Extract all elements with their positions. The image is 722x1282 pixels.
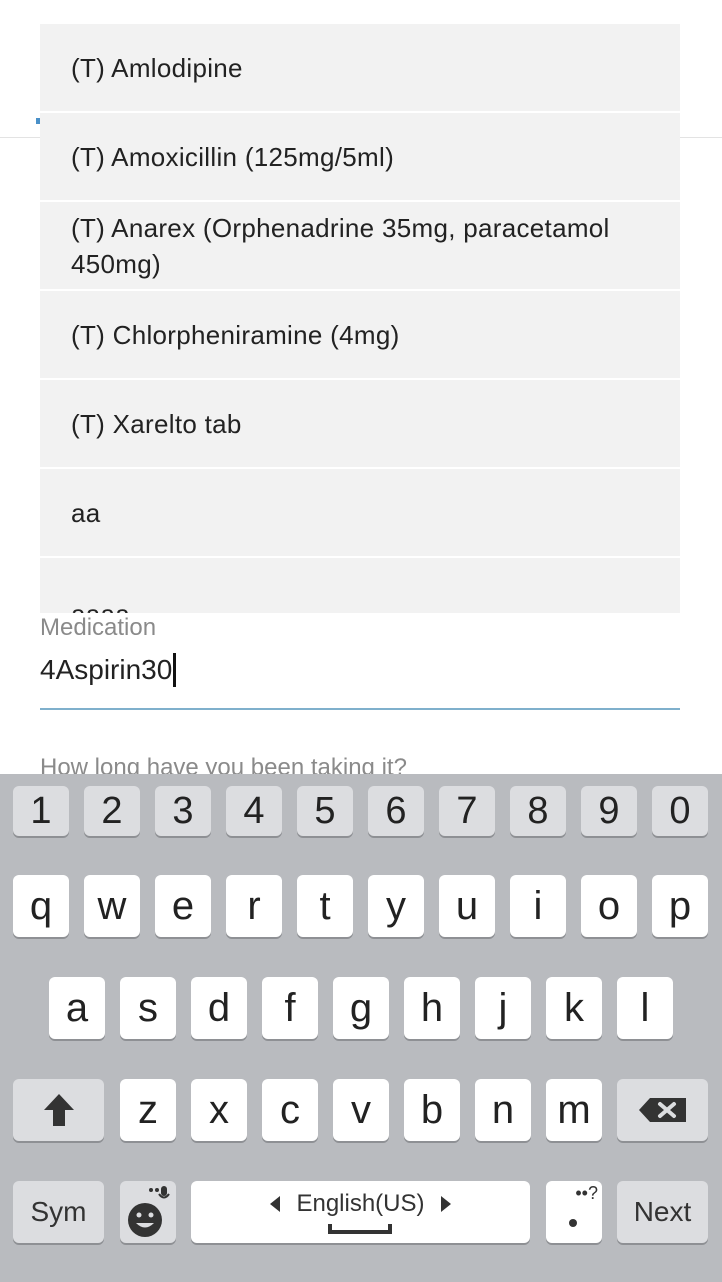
list-item[interactable]: (T) Amlodipine [40, 24, 680, 113]
key-m[interactable]: m [546, 1079, 602, 1141]
language-right-arrow-icon [440, 1196, 451, 1212]
key-e[interactable]: e [155, 875, 211, 937]
key-y[interactable]: y [368, 875, 424, 937]
on-screen-keyboard: 1 2 3 4 5 6 7 8 9 0 q w e r t y u i o p … [0, 774, 722, 1282]
shift-key[interactable] [13, 1079, 104, 1141]
list-item[interactable]: (T) Amoxicillin (125mg/5ml) [40, 113, 680, 202]
medication-label: Medication [40, 614, 157, 641]
medication-input[interactable]: 4Aspirin30 [40, 653, 177, 687]
list-item[interactable]: aaaa [40, 558, 680, 613]
space-bar-icon [328, 1224, 393, 1234]
key-q[interactable]: q [13, 875, 69, 937]
key-1[interactable]: 1 [13, 786, 69, 836]
key-4[interactable]: 4 [226, 786, 282, 836]
key-3[interactable]: 3 [155, 786, 211, 836]
key-t[interactable]: t [297, 875, 353, 937]
key-c[interactable]: c [262, 1079, 318, 1141]
key-u[interactable]: u [439, 875, 495, 937]
key-5[interactable]: 5 [297, 786, 353, 836]
key-h[interactable]: h [404, 977, 460, 1039]
list-item[interactable]: (T) Xarelto tab [40, 380, 680, 469]
key-i[interactable]: i [510, 875, 566, 937]
period-key[interactable]: ••? [546, 1181, 602, 1243]
key-p[interactable]: p [652, 875, 708, 937]
backspace-key[interactable] [617, 1079, 708, 1141]
list-item[interactable]: (T) Anarex (Orphenadrine 35mg, paracetam… [40, 202, 680, 291]
key-8[interactable]: 8 [510, 786, 566, 836]
list-item[interactable]: (T) Chlorpheniramine (4mg) [40, 291, 680, 380]
emoji-key[interactable] [120, 1181, 176, 1243]
medication-input-value: 4Aspirin30 [40, 654, 173, 685]
sym-key[interactable]: Sym [13, 1181, 104, 1243]
shift-arrow-icon [43, 1094, 74, 1126]
key-o[interactable]: o [581, 875, 637, 937]
key-v[interactable]: v [333, 1079, 389, 1141]
key-n[interactable]: n [475, 1079, 531, 1141]
key-d[interactable]: d [191, 977, 247, 1039]
key-x[interactable]: x [191, 1079, 247, 1141]
medication-autocomplete-list[interactable]: (T) Amlodipine (T) Amoxicillin (125mg/5m… [40, 24, 680, 613]
key-s[interactable]: s [120, 977, 176, 1039]
key-g[interactable]: g [333, 977, 389, 1039]
key-a[interactable]: a [49, 977, 105, 1039]
key-w[interactable]: w [84, 875, 140, 937]
key-6[interactable]: 6 [368, 786, 424, 836]
text-cursor [173, 653, 177, 687]
key-l[interactable]: l [617, 977, 673, 1039]
key-j[interactable]: j [475, 977, 531, 1039]
language-label: English(US) [296, 1190, 425, 1217]
language-left-arrow-icon [270, 1196, 281, 1212]
space-key[interactable]: English(US) [191, 1181, 530, 1243]
punctuation-hint: ••? [575, 1183, 598, 1203]
next-key[interactable]: Next [617, 1181, 708, 1243]
medication-input-underline [40, 708, 680, 710]
list-item[interactable]: aa [40, 469, 680, 558]
key-2[interactable]: 2 [84, 786, 140, 836]
key-z[interactable]: z [120, 1079, 176, 1141]
key-f[interactable]: f [262, 977, 318, 1039]
key-k[interactable]: k [546, 977, 602, 1039]
key-0[interactable]: 0 [652, 786, 708, 836]
key-9[interactable]: 9 [581, 786, 637, 836]
key-7[interactable]: 7 [439, 786, 495, 836]
key-b[interactable]: b [404, 1079, 460, 1141]
backspace-icon [638, 1098, 686, 1122]
period-dot-icon [569, 1219, 577, 1227]
key-r[interactable]: r [226, 875, 282, 937]
emoji-mic-icon [128, 1186, 170, 1237]
